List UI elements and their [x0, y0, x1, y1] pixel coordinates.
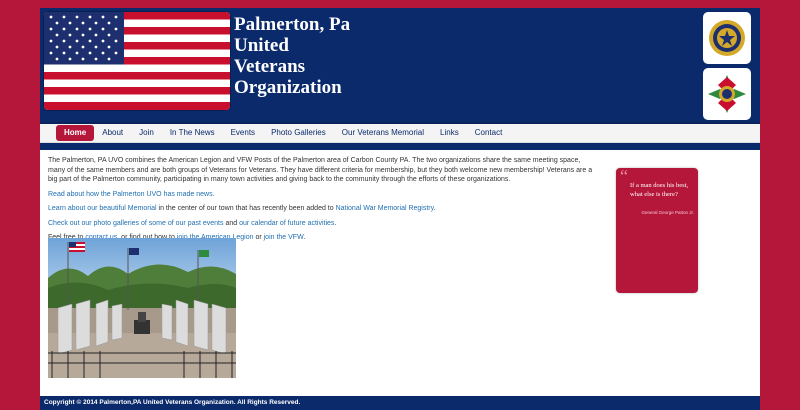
nav-item-in-the-news[interactable]: In The News	[162, 125, 223, 141]
calendar-link[interactable]: our calendar of future activities	[239, 220, 334, 227]
site-title-line: United	[234, 35, 289, 56]
memorial-text: in the center of our town that has recen…	[156, 205, 336, 212]
nav-item-events[interactable]: Events	[223, 125, 263, 141]
memorial-link[interactable]: Learn about our beautiful Memorial	[48, 205, 157, 212]
memorial-photo	[48, 238, 236, 378]
site-title-line: Organization	[234, 77, 342, 98]
join-vfw-link[interactable]: join the VFW	[264, 234, 304, 241]
american-legion-emblem-icon[interactable]	[703, 12, 751, 64]
intro-paragraph: The Palmerton, PA UVO combines the Ameri…	[48, 157, 593, 183]
nav-item-about[interactable]: About	[94, 125, 131, 141]
footer: Copyright © 2014 Palmerton,PA United Vet…	[40, 396, 760, 410]
site-title-line: Palmerton, Pa	[234, 14, 351, 35]
contact-text-4: .	[303, 234, 306, 241]
site-title-line: Veterans	[234, 56, 306, 77]
quote-author: General George Patton Jr.	[641, 210, 694, 215]
read-news-link[interactable]: Read about how the Palmerton UVO has mad…	[48, 191, 215, 198]
vfw-emblem-icon[interactable]	[703, 68, 751, 120]
contact-text-3: or	[253, 234, 264, 241]
nav-item-contact[interactable]: Contact	[467, 125, 511, 141]
quote-mark-icon: “	[620, 166, 628, 186]
calendar-end-text: .	[334, 219, 337, 227]
news-paragraph: Read about how the Palmerton UVO has mad…	[48, 190, 596, 200]
quote-box: “ If a man does his best, what else is t…	[616, 166, 698, 293]
navbar: Home About Join In The News Events Photo…	[40, 124, 760, 143]
header: Palmerton, Pa United Veterans Organizati…	[40, 8, 760, 124]
nav-item-veterans-memorial[interactable]: Our Veterans Memorial	[334, 125, 432, 141]
memorial-paragraph: Learn about our beautiful Memorial in th…	[48, 204, 596, 214]
nav-item-join[interactable]: Join	[131, 125, 162, 141]
nav-item-links[interactable]: Links	[432, 125, 467, 141]
war-memorial-registry-link[interactable]: National War Memorial Registry	[336, 205, 434, 212]
photos-paragraph: Check out our photo galleries of some of…	[48, 219, 596, 229]
page: Palmerton, Pa United Veterans Organizati…	[40, 8, 760, 410]
nav-item-home[interactable]: Home	[56, 125, 95, 141]
main-content: The Palmerton, PA UVO combines the Ameri…	[48, 156, 596, 248]
nav-item-photo-galleries[interactable]: Photo Galleries	[263, 125, 334, 141]
photo-galleries-link[interactable]: Check out our photo galleries of some of…	[48, 220, 224, 227]
quote-text: If a man does his best, what else is the…	[630, 182, 689, 198]
site-title: Palmerton, Pa United Veterans Organizati…	[234, 14, 434, 98]
nav-divider-strip	[40, 143, 760, 150]
us-flag-icon	[44, 12, 230, 110]
photos-and-text: and	[223, 219, 240, 227]
main-nav: Home About Join In The News Events Photo…	[56, 125, 510, 141]
memorial-text-end: .	[433, 205, 436, 212]
copyright-text: Copyright © 2014 Palmerton,PA United Vet…	[44, 399, 301, 406]
